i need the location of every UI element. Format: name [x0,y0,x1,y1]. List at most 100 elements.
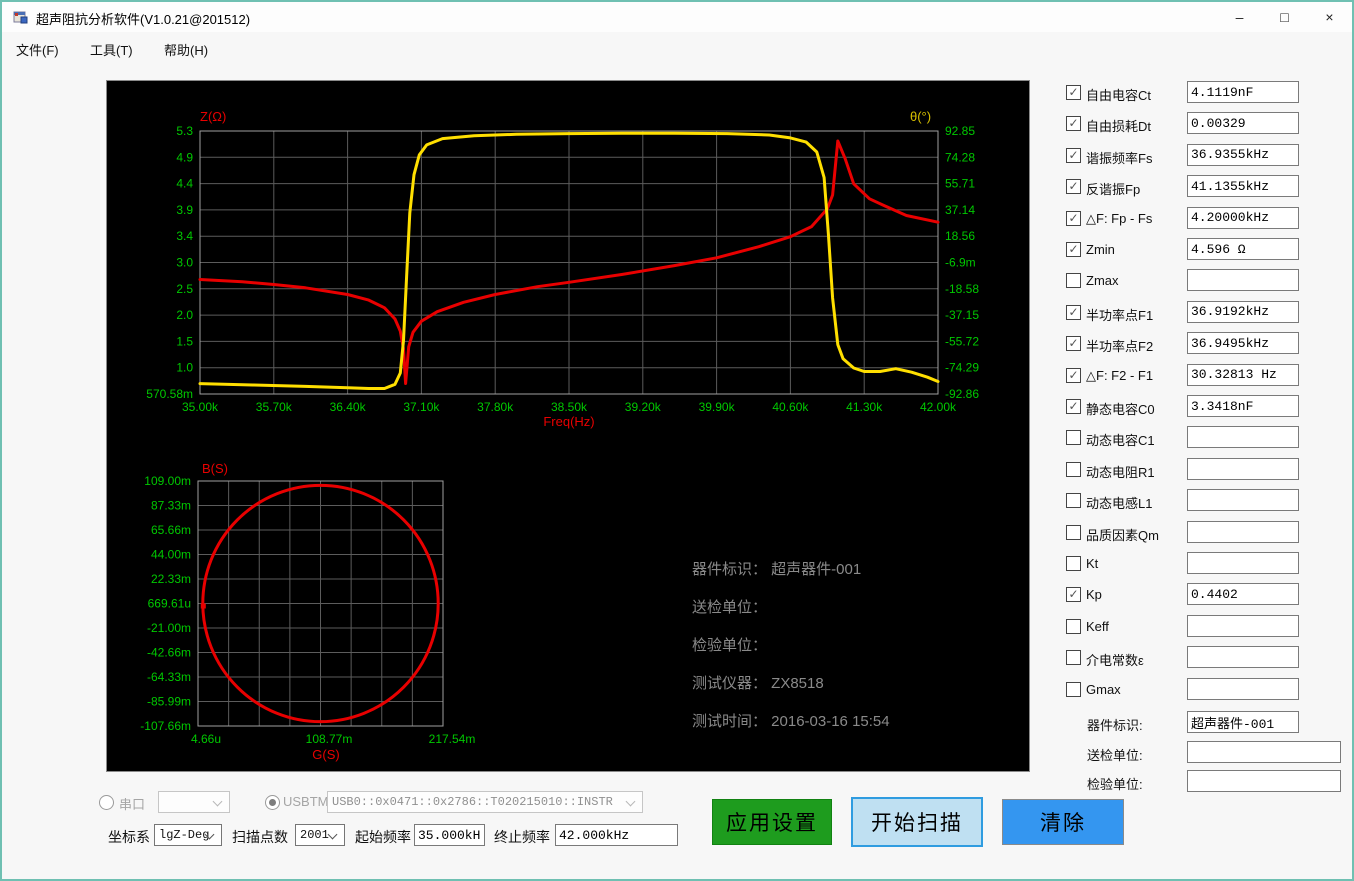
result-row: ✓ 自由损耗Dt [1066,112,1352,138]
device-id-label: 器件标识: [1087,718,1143,733]
clear-button[interactable]: 清除 [1002,799,1124,845]
result-checkbox[interactable] [1066,618,1081,634]
menu-bar: 文件(F) 工具(T) 帮助(H) [2,34,1352,60]
result-value-input[interactable] [1187,112,1299,135]
overlay-device-id: 器件标识： 超声器件-001 [692,561,862,578]
result-row: 动态电容C1 [1066,426,1352,452]
tick-label: -18.58 [945,282,979,296]
result-checkbox[interactable]: ✓ [1066,179,1081,195]
tick-label: 37.14 [945,203,975,217]
result-row: 介电常数ε [1066,646,1352,672]
start-freq-input[interactable] [414,824,485,846]
charts-svg: 5.3 4.9 4.4 3.9 3.4 3.0 2.5 2.0 1.5 1.0 570.58m 92.… [140,109,979,762]
result-value-input[interactable] [1187,426,1299,449]
tick-label: -107.66m [140,719,191,733]
tick-label: 4.9 [176,150,193,164]
result-checkbox[interactable] [1066,556,1081,571]
result-value-input[interactable] [1187,238,1299,260]
result-checkbox[interactable] [1066,493,1081,509]
result-checkbox[interactable]: ✓ [1066,147,1081,163]
result-value-input[interactable] [1187,457,1299,480]
tick-label: -64.33m [147,670,191,684]
minimize-button[interactable]: – [1217,2,1262,32]
tick-label: -21.00m [147,621,191,635]
menu-file[interactable]: 文件(F) [10,38,65,61]
result-checkbox[interactable]: ✓ [1066,367,1081,383]
result-checkbox[interactable] [1066,461,1081,477]
result-value-input[interactable] [1187,300,1299,323]
usbtmc-address-select[interactable]: USB0::0x0471::0x2786::T020215010::INSTR [327,791,643,813]
result-value-input[interactable] [1187,583,1299,606]
result-checkbox[interactable] [1066,650,1081,666]
tick-label: -42.66m [147,646,191,660]
result-row: ✓ Kp [1066,583,1352,609]
result-row: ✓ 半功率点F2 [1066,332,1352,358]
result-row: ✓ Zmin [1066,238,1352,264]
tick-label: 92.85 [945,124,975,138]
device-id-input[interactable] [1187,711,1299,733]
tick-label: -92.86 [945,387,979,401]
result-value-input[interactable] [1187,175,1299,198]
close-button[interactable]: × [1307,2,1352,32]
result-checkbox[interactable] [1066,273,1081,289]
result-value-input[interactable] [1187,614,1299,637]
result-value-input[interactable] [1187,81,1299,103]
result-checkbox[interactable]: ✓ [1066,116,1081,132]
result-value-input[interactable] [1187,332,1299,355]
maximize-button[interactable]: □ [1262,2,1307,32]
result-checkbox[interactable]: ✓ [1066,399,1081,414]
tick-label: 40.60k [772,400,809,414]
tick-label: 35.00k [182,400,219,414]
result-label: 自由电容Ct [1086,88,1152,103]
tick-label: 41.30k [846,400,883,414]
result-checkbox[interactable]: ✓ [1066,242,1081,257]
tick-label: 39.90k [699,400,736,414]
tick-label: 74.28 [945,150,975,164]
chevron-down-icon [625,796,636,807]
scan-points-select[interactable]: 2001 [295,824,345,846]
serial-radio-label: 串口 [119,797,146,812]
result-row: Kt [1066,552,1352,578]
result-label: Kt [1086,556,1099,571]
result-checkbox[interactable]: ✓ [1066,336,1081,352]
tick-label: 3.9 [176,203,193,217]
tick-label: Z(Ω) [200,109,226,124]
result-value-input[interactable] [1187,269,1299,292]
result-value-input[interactable] [1187,520,1299,543]
sender-unit-input[interactable] [1187,741,1341,763]
result-value-input[interactable] [1187,143,1299,166]
tick-label: G(S) [312,747,339,762]
result-value-input[interactable] [1187,206,1299,229]
result-row: ✓ 谐振频率Fs [1066,143,1352,170]
result-value-input[interactable] [1187,677,1299,700]
stop-freq-input[interactable] [555,824,678,846]
check-unit-input[interactable] [1187,770,1341,792]
result-label: 半功率点F2 [1086,339,1154,355]
result-checkbox[interactable]: ✓ [1066,85,1081,100]
result-label: 半功率点F1 [1086,307,1154,323]
serial-port-select[interactable] [158,791,230,813]
result-checkbox[interactable] [1066,524,1081,540]
result-value-input[interactable] [1187,395,1299,417]
menu-tools[interactable]: 工具(T) [84,38,139,61]
result-checkbox[interactable]: ✓ [1066,210,1081,226]
coord-system-select[interactable]: lgZ-Deg [154,824,222,846]
result-label: 介电常数ε [1086,653,1144,669]
result-checkbox[interactable]: ✓ [1066,587,1081,603]
apply-settings-button[interactable]: 应用设置 [712,799,832,845]
result-value-input[interactable] [1187,552,1299,574]
result-value-input[interactable] [1187,646,1299,669]
result-checkbox[interactable] [1066,681,1081,697]
result-value-input[interactable] [1187,489,1299,512]
serial-radio[interactable] [99,795,114,810]
result-checkbox[interactable]: ✓ [1066,304,1081,320]
result-value-input[interactable] [1187,363,1299,386]
start-scan-button[interactable]: 开始扫描 [851,797,983,847]
tick-label: -37.15 [945,308,979,322]
usbtmc-radio[interactable] [265,795,280,810]
menu-help[interactable]: 帮助(H) [158,38,214,61]
tick-label: 4.66u [191,732,221,746]
result-checkbox[interactable] [1066,430,1081,446]
overlay-test-time: 测试时间： 2016-03-16 15:54 [692,713,890,730]
result-row: ✓ 自由电容Ct [1066,81,1352,107]
